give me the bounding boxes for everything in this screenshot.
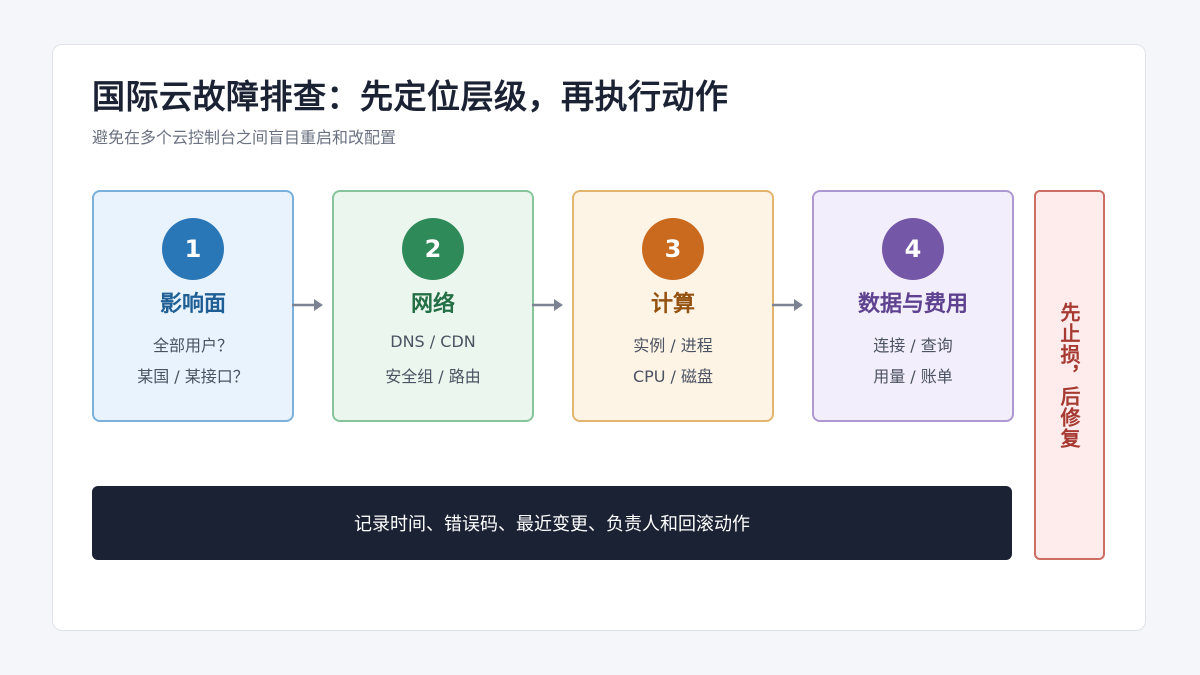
step-title: 数据与费用	[857, 292, 968, 317]
step-detail-line: 安全组 / 路由	[385, 367, 481, 386]
record-reminder-bar: 记录时间、错误码、最近变更、负责人和回滚动作	[92, 486, 1012, 560]
step-title: 影响面	[159, 292, 226, 317]
step-detail-line: CPU / 磁盘	[632, 367, 714, 386]
step-number-badge: 2	[402, 218, 464, 280]
side-note-box: 先止损，后修复	[1034, 190, 1105, 560]
step-detail-line: 用量 / 账单	[873, 367, 953, 386]
step-number-badge: 3	[642, 218, 704, 280]
step-card-data-cost: 4 数据与费用 连接 / 查询 用量 / 账单	[812, 190, 1014, 422]
arrow-right-icon	[772, 299, 803, 311]
step-title: 网络	[410, 292, 455, 317]
step-detail-line: 全部用户？	[152, 336, 233, 355]
step-card-compute: 3 计算 实例 / 进程 CPU / 磁盘	[572, 190, 774, 422]
arrow-right-icon	[532, 299, 563, 311]
step-number-badge: 1	[162, 218, 224, 280]
step-card-impact: 1 影响面 全部用户？ 某国 / 某接口？	[92, 190, 294, 422]
side-note-text: 先止损，后修复	[1057, 301, 1081, 449]
record-reminder-text: 记录时间、错误码、最近变更、负责人和回滚动作	[354, 514, 750, 535]
arrow-right-icon	[292, 299, 323, 311]
page-title: 国际云故障排查：先定位层级，再执行动作	[92, 77, 729, 116]
page-subtitle: 避免在多个云控制台之间盲目重启和改配置	[92, 128, 397, 147]
step-detail-line: 连接 / 查询	[873, 336, 953, 355]
step-title: 计算	[650, 292, 695, 317]
step-detail-line: 某国 / 某接口？	[137, 367, 249, 386]
step-detail-line: DNS / CDN	[390, 332, 476, 351]
step-card-network: 2 网络 DNS / CDN 安全组 / 路由	[332, 190, 534, 422]
step-detail-line: 实例 / 进程	[633, 336, 713, 355]
step-number-badge: 4	[882, 218, 944, 280]
